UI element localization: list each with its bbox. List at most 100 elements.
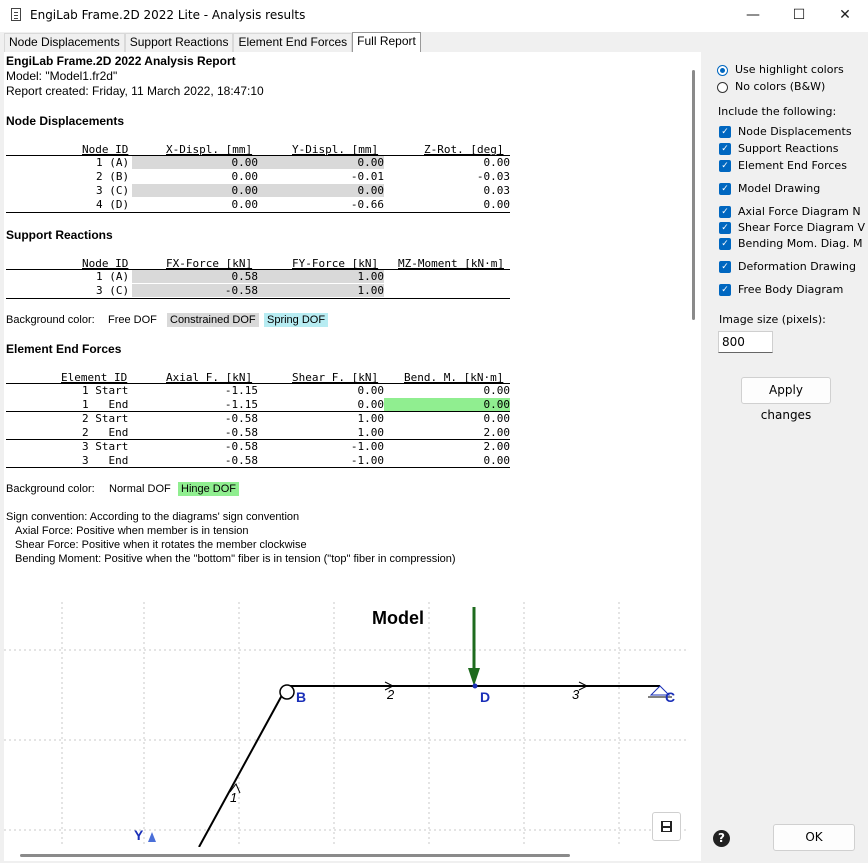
checkbox-label[interactable]: Support Reactions	[738, 142, 839, 155]
node-d-label: D	[480, 689, 490, 705]
constrained-dof-swatch: Constrained DOF	[167, 313, 259, 327]
free-dof-swatch: Free DOF	[108, 314, 157, 326]
report-title: EngiLab Frame.2D 2022 Analysis Report	[6, 54, 236, 68]
node-id: 3 (C)	[96, 184, 130, 197]
z-rot: 0.00	[483, 198, 511, 211]
maximize-button[interactable]: ☐	[776, 0, 822, 32]
node-b-label: B	[296, 689, 306, 705]
drawing-title: Model	[372, 608, 424, 628]
include-label: Include the following:	[718, 105, 837, 118]
hinge-node-icon	[279, 684, 295, 700]
save-image-button[interactable]	[652, 812, 681, 841]
save-icon	[661, 821, 672, 832]
shear: 0.00	[357, 384, 385, 397]
ok-button[interactable]: OK	[773, 824, 855, 851]
table-rule	[6, 212, 510, 213]
tab-full-report[interactable]: Full Report	[352, 32, 421, 53]
shear: 1.00	[357, 426, 385, 439]
checkbox-label[interactable]: Axial Force Diagram N	[738, 205, 861, 218]
report-model: Model: "Model1.fr2d"	[6, 69, 118, 83]
options-panel: Use highlight colors No colors (B&W) Inc…	[705, 52, 868, 863]
model-drawing: Model B D C 2 3 1 Y	[4, 602, 687, 847]
support-reactions-heading: Support Reactions	[6, 228, 113, 242]
shear: 0.00	[357, 398, 385, 411]
image-size-input[interactable]: 800	[718, 331, 773, 353]
checkbox-label[interactable]: Free Body Diagram	[738, 283, 843, 296]
fy: 1.00	[357, 270, 385, 283]
y-displ: -0.01	[350, 170, 384, 183]
y-displ: 0.00	[357, 156, 385, 169]
axial: -1.15	[224, 384, 258, 397]
moment: 2.00	[483, 426, 511, 439]
node-id: 1 (A)	[96, 156, 130, 169]
element-id: 1 Start	[82, 384, 129, 397]
bw-label[interactable]: No colors (B&W)	[735, 80, 825, 93]
checkbox-deformation[interactable]: ✓	[719, 261, 731, 273]
checkbox-label[interactable]: Bending Mom. Diag. M	[738, 237, 862, 250]
checkbox-label[interactable]: Shear Force Diagram V	[738, 221, 865, 234]
checkbox-free-body[interactable]: ✓	[719, 284, 731, 296]
spring-dof-swatch: Spring DOF	[264, 313, 329, 327]
vertical-scrollbar[interactable]	[687, 52, 701, 847]
element-id: 3 Start	[82, 440, 129, 453]
tab-element-end-forces[interactable]: Element End Forces	[233, 33, 353, 52]
checkbox-node-displacements[interactable]: ✓	[719, 126, 731, 138]
x-displ: 0.00	[231, 198, 259, 211]
minimize-button[interactable]: —	[730, 0, 776, 32]
checkbox-axial-force[interactable]: ✓	[719, 206, 731, 218]
table-rule	[6, 467, 510, 468]
element-id: 2 Start	[82, 412, 129, 425]
z-rot: -0.03	[476, 170, 510, 183]
node-d-dot	[472, 683, 478, 689]
axial: -0.58	[224, 412, 258, 425]
checkbox-label[interactable]: Node Displacements	[738, 125, 852, 138]
highlight-radio[interactable]	[717, 65, 728, 76]
moment: 0.00	[483, 412, 511, 425]
element-id: 2 End	[82, 426, 129, 439]
node-displacements-heading: Node Displacements	[6, 114, 125, 128]
axial: -0.58	[224, 454, 258, 467]
element-id: 3 End	[82, 454, 129, 467]
y-displ: 0.00	[357, 184, 385, 197]
checkbox-label[interactable]: Deformation Drawing	[738, 260, 856, 273]
tab-support-reactions[interactable]: Support Reactions	[124, 33, 234, 52]
shear-convention: Shear Force: Positive when it rotates th…	[15, 539, 307, 551]
checkbox-label[interactable]: Element End Forces	[738, 159, 847, 172]
apply-changes-button[interactable]: Apply changes	[741, 377, 831, 422]
element-id: 1 End	[82, 398, 129, 411]
report-created: Report created: Friday, 11 March 2022, 1…	[6, 84, 264, 98]
checkbox-label[interactable]: Model Drawing	[738, 182, 820, 195]
checkbox-shear-force[interactable]: ✓	[719, 222, 731, 234]
report-view[interactable]: EngiLab Frame.2D 2022 Analysis Report Mo…	[4, 52, 687, 847]
tab-strip: Node Displacements Support Reactions Ele…	[4, 32, 421, 53]
load-arrowhead-icon	[468, 668, 480, 686]
checkbox-model-drawing[interactable]: ✓	[719, 183, 731, 195]
node-id: 1 (A)	[96, 270, 130, 283]
y-axis-arrow-icon	[148, 832, 156, 842]
moment: 0.00	[483, 384, 511, 397]
close-button[interactable]: ✕	[822, 0, 868, 32]
horizontal-scrollbar[interactable]	[4, 847, 701, 861]
horizontal-scroll-thumb[interactable]	[20, 854, 570, 857]
checkbox-element-end-forces[interactable]: ✓	[719, 160, 731, 172]
vertical-scroll-thumb[interactable]	[692, 70, 695, 320]
node-id: 3 (C)	[96, 284, 130, 297]
help-icon[interactable]: ?	[713, 830, 730, 847]
app-icon	[11, 8, 21, 21]
checkbox-bending-moment[interactable]: ✓	[719, 238, 731, 250]
dof-legend-label: Background color:	[6, 314, 95, 326]
tab-node-displacements[interactable]: Node Displacements	[4, 33, 125, 52]
fx: 0.58	[231, 270, 259, 283]
bw-radio[interactable]	[717, 82, 728, 93]
axial: -0.58	[224, 426, 258, 439]
highlight-label[interactable]: Use highlight colors	[735, 63, 844, 76]
axial-convention: Axial Force: Positive when member is in …	[15, 525, 249, 537]
moment: 2.00	[483, 440, 511, 453]
node-id: 4 (D)	[96, 198, 130, 211]
checkbox-support-reactions[interactable]: ✓	[719, 143, 731, 155]
moment: 0.00	[483, 398, 511, 411]
moment: 0.00	[483, 454, 511, 467]
moment-convention: Bending Moment: Positive when the "botto…	[15, 553, 456, 565]
grid-lines	[4, 602, 687, 847]
fy: 1.00	[357, 284, 385, 297]
